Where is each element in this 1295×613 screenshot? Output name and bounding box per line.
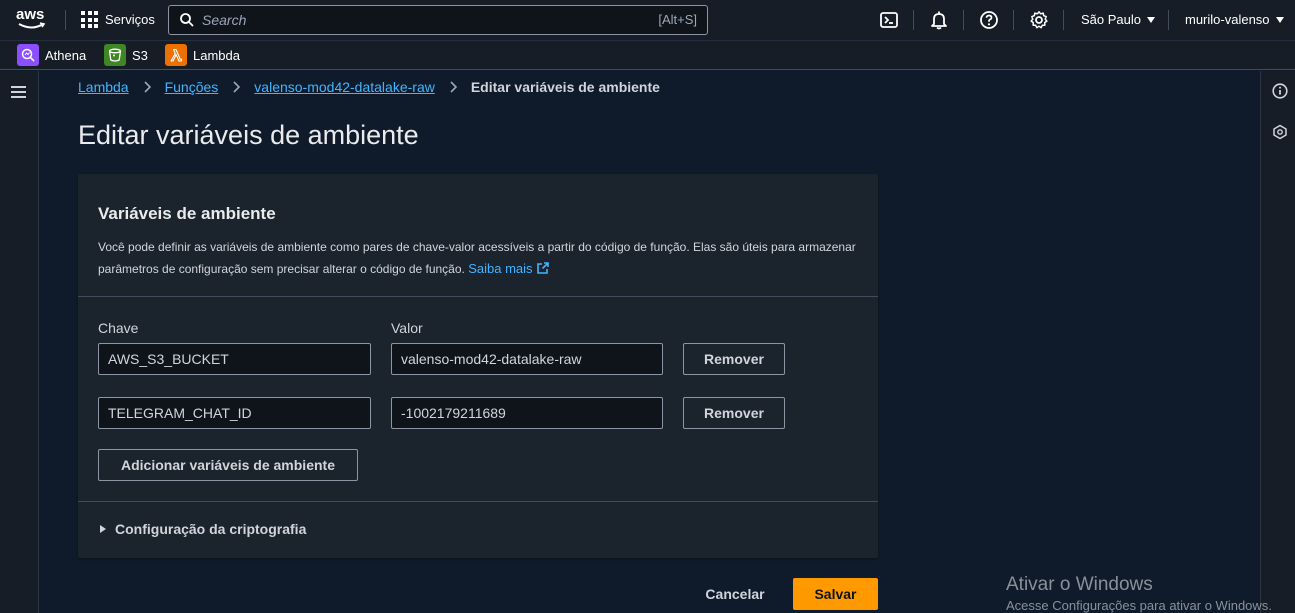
nav-separator bbox=[1168, 10, 1169, 30]
aws-logo-text: aws bbox=[16, 6, 45, 23]
chevron-right-icon bbox=[233, 81, 241, 93]
aws-smile-icon bbox=[18, 22, 46, 29]
region-selector[interactable]: São Paulo bbox=[1081, 12, 1155, 27]
page-title: Editar variáveis de ambiente bbox=[78, 120, 419, 150]
cloudshell-icon[interactable] bbox=[879, 10, 899, 30]
account-name: murilo-valenso bbox=[1185, 12, 1270, 27]
env-value-input[interactable] bbox=[391, 343, 663, 375]
right-rail bbox=[1260, 71, 1295, 613]
favorite-s3[interactable]: S3 bbox=[104, 44, 148, 66]
s3-bucket-icon bbox=[104, 44, 126, 66]
favorite-label: Lambda bbox=[193, 47, 240, 63]
env-key-input[interactable] bbox=[98, 343, 371, 375]
breadcrumb-current: Editar variáveis de ambiente bbox=[470, 79, 660, 95]
learn-more-label: Saiba mais bbox=[468, 261, 533, 276]
caret-down-icon bbox=[1147, 16, 1155, 23]
nav-separator bbox=[1063, 10, 1064, 30]
section-title: Variáveis de ambiente bbox=[98, 204, 276, 223]
env-vars-container: Variáveis de ambiente Você pode definir … bbox=[78, 174, 878, 558]
breadcrumb-lambda[interactable]: Lambda bbox=[78, 79, 129, 95]
account-menu[interactable]: murilo-valenso bbox=[1185, 12, 1284, 27]
env-key-input[interactable] bbox=[98, 397, 371, 429]
favorite-lambda[interactable]: Lambda bbox=[165, 44, 240, 66]
search-box[interactable]: [Alt+S] bbox=[168, 5, 708, 35]
breadcrumb-function-name[interactable]: valenso-mod42-datalake-raw bbox=[254, 79, 435, 95]
lambda-icon bbox=[165, 44, 187, 66]
remove-button[interactable]: Remover bbox=[683, 397, 785, 429]
menu-hamburger-icon[interactable] bbox=[11, 86, 26, 98]
grid-icon bbox=[81, 11, 98, 28]
divider bbox=[78, 501, 878, 502]
settings-gear-icon[interactable] bbox=[1029, 10, 1049, 30]
favorites-bar: Athena S3 Lambda bbox=[0, 40, 1295, 70]
nav-separator bbox=[1013, 10, 1014, 30]
breadcrumb-functions[interactable]: Funções bbox=[165, 79, 219, 95]
encryption-config-expander[interactable]: Configuração da criptografia bbox=[100, 521, 306, 537]
nav-separator bbox=[963, 10, 964, 30]
athena-icon bbox=[17, 44, 39, 66]
chevron-right-icon bbox=[144, 81, 151, 93]
breadcrumb: Lambda Funções valenso-mod42-datalake-ra… bbox=[78, 79, 660, 95]
favorite-label: S3 bbox=[132, 47, 148, 63]
notifications-bell-icon[interactable] bbox=[929, 10, 949, 30]
env-value-input[interactable] bbox=[391, 397, 663, 429]
feedback-hexagon-icon[interactable] bbox=[1272, 124, 1288, 140]
container-header: Variáveis de ambiente Você pode definir … bbox=[78, 174, 878, 297]
region-label: São Paulo bbox=[1081, 12, 1141, 27]
external-link-icon bbox=[536, 262, 549, 274]
windows-activation-title: Ativar o Windows bbox=[1006, 574, 1153, 595]
aws-logo[interactable]: aws bbox=[16, 6, 50, 32]
search-shortcut: [Alt+S] bbox=[658, 12, 697, 27]
help-icon[interactable] bbox=[979, 10, 999, 30]
caret-right-icon bbox=[100, 525, 106, 533]
services-menu[interactable]: Serviços bbox=[81, 11, 155, 28]
nav-separator bbox=[65, 10, 66, 30]
favorite-label: Athena bbox=[45, 47, 87, 63]
learn-more-link[interactable]: Saiba mais bbox=[468, 261, 549, 276]
save-button[interactable]: Salvar bbox=[793, 578, 878, 610]
chevron-right-icon bbox=[450, 81, 457, 93]
top-navigation: aws Serviços [Alt+S] bbox=[0, 0, 1295, 40]
favorite-athena[interactable]: Athena bbox=[17, 44, 86, 66]
encryption-label: Configuração da criptografia bbox=[115, 521, 307, 537]
cancel-button[interactable]: Cancelar bbox=[692, 578, 778, 610]
section-description: Você pode definir as variáveis de ambien… bbox=[98, 237, 868, 280]
caret-down-icon bbox=[1275, 16, 1284, 23]
search-icon bbox=[180, 13, 194, 27]
remove-button[interactable]: Remover bbox=[683, 343, 785, 375]
key-column-label: Chave bbox=[98, 320, 139, 336]
add-env-var-button[interactable]: Adicionar variáveis de ambiente bbox=[98, 449, 358, 481]
left-rail bbox=[0, 71, 39, 613]
info-icon[interactable] bbox=[1272, 83, 1288, 99]
value-column-label: Valor bbox=[391, 320, 423, 336]
services-label: Serviços bbox=[105, 12, 155, 27]
nav-separator bbox=[913, 10, 914, 30]
search-input[interactable] bbox=[202, 12, 642, 28]
windows-activation-subtitle: Acesse Configurações para ativar o Windo… bbox=[1006, 598, 1272, 613]
